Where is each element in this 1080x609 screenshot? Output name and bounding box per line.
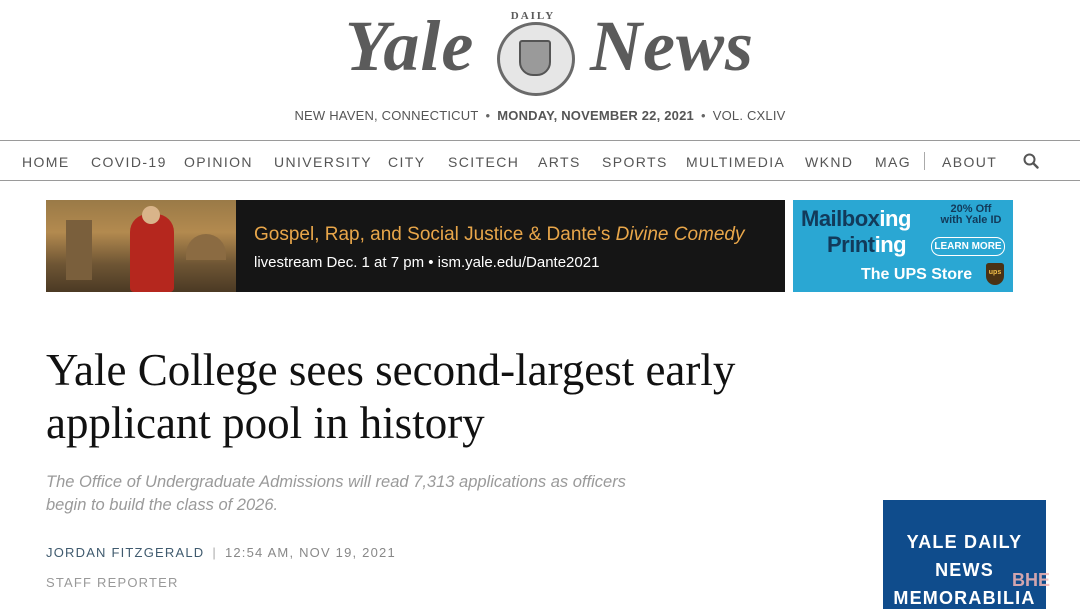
ups-printing-text: Printing [827, 232, 907, 258]
painting-tower [66, 220, 92, 280]
nav-item-scitech[interactable]: SCITECH [448, 154, 519, 170]
logo-wordmark-left[interactable]: Yale [345, 6, 474, 86]
nav-item-arts[interactable]: ARTS [538, 154, 581, 170]
article-byline: JORDAN FITZGERALD | 12:54 AM, NOV 19, 2021 [46, 545, 396, 560]
ups-offer: 20% Off with Yale ID [931, 204, 1011, 226]
dateline-date: MONDAY, NOVEMBER 22, 2021 [497, 108, 694, 123]
ups-offer-line2: with Yale ID [940, 214, 1002, 226]
ups-shield-text: ups [988, 269, 1002, 276]
author-link[interactable]: JORDAN FITZGERALD [46, 545, 204, 560]
search-icon[interactable] [1023, 153, 1039, 169]
nav-item-university[interactable]: UNIVERSITY [274, 154, 372, 170]
nav-item-city[interactable]: CITY [388, 154, 426, 170]
ups-shield-icon: ups [986, 263, 1004, 285]
ad-title: Gospel, Rap, and Social Justice & Dante'… [254, 224, 744, 246]
article-timestamp: 12:54 AM, NOV 19, 2021 [224, 545, 396, 560]
seal-daily-text: DAILY [510, 10, 556, 22]
memo-line-3: MEMORABILIA [893, 588, 1036, 608]
watermark: BHE [1012, 570, 1051, 590]
ups-mailbox-b: ing [879, 206, 911, 231]
article-headline: Yale College sees second-largest early a… [46, 345, 736, 448]
nav-item-opinion[interactable]: OPINION [184, 154, 253, 170]
ups-printing-a: Print [827, 232, 875, 257]
dateline-separator: • [485, 108, 491, 123]
nav-item-sports[interactable]: SPORTS [602, 154, 668, 170]
logo-wordmark-right[interactable]: News [590, 6, 754, 86]
ups-store-ad[interactable]: Mailboxing Printing 20% Off with Yale ID… [793, 200, 1013, 292]
masthead: Yale DAILY News [0, 0, 1080, 100]
ad-title-text: Gospel, Rap, and Social Justice & Dante'… [254, 224, 616, 245]
painting-dante-figure [130, 214, 174, 292]
ups-mailbox-a: Mailbox [801, 206, 880, 231]
memorabilia-ad[interactable]: YALE DAILY NEWS MEMORABILIA [883, 500, 1046, 609]
nav-item-wknd[interactable]: WKND [805, 154, 853, 170]
yale-seal-logo[interactable]: DAILY [485, 10, 581, 96]
memo-line-1: YALE DAILY [906, 532, 1023, 552]
dateline: NEW HAVEN, CONNECTICUT • MONDAY, NOVEMBER … [0, 108, 1080, 123]
nav-item-home[interactable]: HOME [22, 154, 70, 170]
ups-learn-more-button[interactable]: LEARN MORE [931, 237, 1005, 256]
article-dek: The Office of Undergraduate Admissions w… [46, 473, 626, 514]
nav-item-about[interactable]: ABOUT [942, 154, 997, 170]
painting-dante-head [142, 206, 160, 224]
nav-item-covid-19[interactable]: COVID-19 [91, 154, 167, 170]
ups-printing-b: ing [874, 232, 907, 257]
ad-title-italic: Divine Comedy [615, 224, 745, 245]
byline-divider: | [212, 545, 217, 560]
dateline-separator: • [700, 108, 706, 123]
nav-divider [924, 152, 925, 170]
ups-mailboxing-text: Mailboxing [801, 206, 911, 232]
main-nav: HOME COVID-19 OPINION UNIVERSITY CITY SC… [0, 140, 1080, 181]
nav-item-mag[interactable]: MAG [875, 154, 911, 170]
dante-event-ad[interactable]: Gospel, Rap, and Social Justice & Dante'… [46, 200, 785, 292]
painting-dome [186, 234, 226, 260]
dateline-volume: VOL. CXLIV [712, 108, 786, 123]
dateline-location: NEW HAVEN, CONNECTICUT [294, 108, 479, 123]
author-role: STAFF REPORTER [46, 575, 179, 590]
dante-painting-image [46, 200, 236, 292]
ups-store-name: The UPS Store [861, 266, 973, 283]
ad-subtitle: livestream Dec. 1 at 7 pm • ism.yale.edu… [254, 254, 600, 271]
nav-item-multimedia[interactable]: MULTIMEDIA [686, 154, 785, 170]
seal-shield-icon [519, 40, 551, 76]
